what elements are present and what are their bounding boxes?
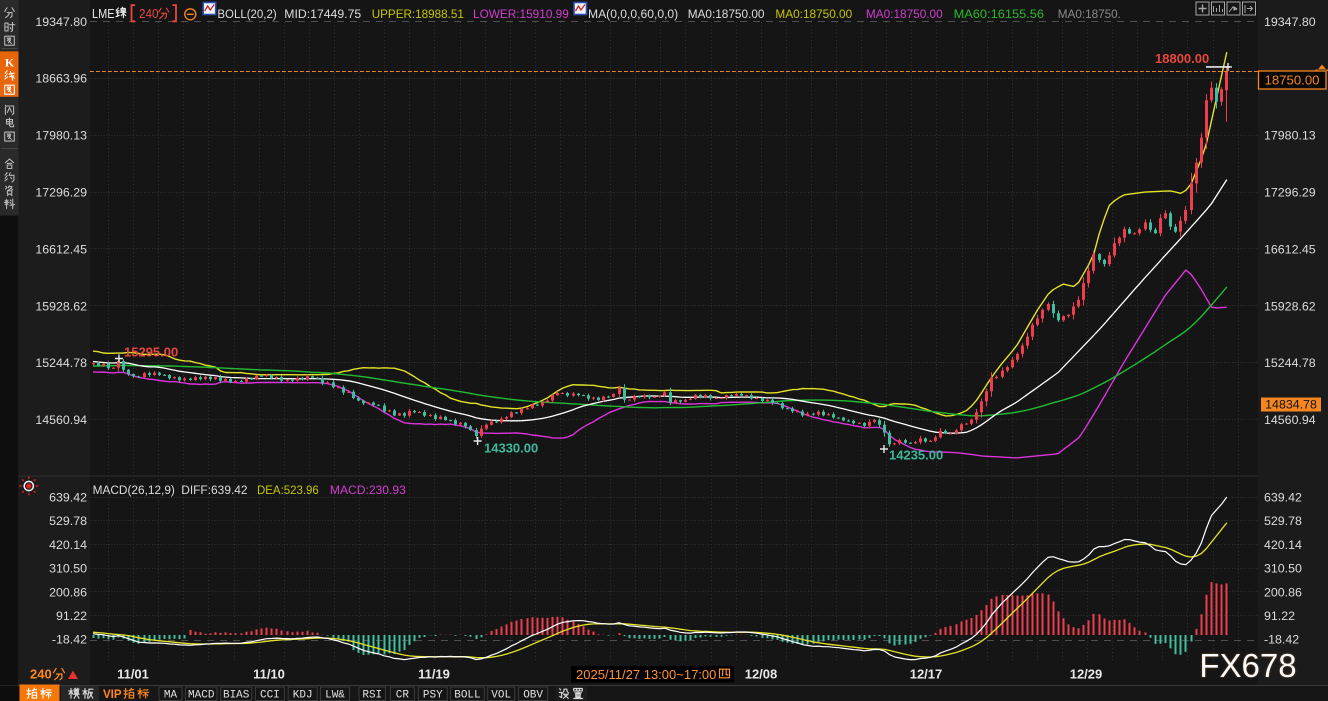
svg-text:16612.45: 16612.45	[35, 242, 87, 256]
svg-text:11/01: 11/01	[117, 667, 149, 682]
svg-text:VIP: VIP	[103, 689, 122, 701]
svg-text:LME: LME	[92, 6, 115, 21]
svg-text:BOLL: BOLL	[454, 690, 480, 701]
svg-text:MA0:18750.: MA0:18750.	[1058, 7, 1121, 21]
svg-text:17296.29: 17296.29	[35, 186, 87, 200]
svg-text:19347.80: 19347.80	[35, 15, 87, 29]
svg-text:LW&: LW&	[325, 690, 345, 701]
svg-text:639.42: 639.42	[49, 491, 87, 505]
svg-text:16612.45: 16612.45	[1264, 242, 1316, 256]
svg-text:DEA:523.96: DEA:523.96	[257, 483, 319, 497]
svg-text:2025/11/27 13:00~17:00: 2025/11/27 13:00~17:00	[576, 667, 716, 682]
svg-text:FX678: FX678	[1199, 647, 1296, 684]
svg-text:15928.62: 15928.62	[35, 299, 87, 313]
svg-text:CR: CR	[396, 690, 410, 701]
svg-text:18663.96: 18663.96	[35, 72, 87, 86]
svg-text:MA0:18750.00: MA0:18750.00	[866, 7, 943, 21]
svg-text:12/08: 12/08	[745, 667, 778, 682]
svg-text:MA60:16155.56: MA60:16155.56	[954, 7, 1045, 21]
svg-text:91.22: 91.22	[56, 609, 87, 623]
svg-text:11/19: 11/19	[418, 667, 450, 682]
svg-text:BOLL(20,2): BOLL(20,2)	[217, 7, 276, 21]
svg-text:200.86: 200.86	[1264, 585, 1302, 599]
svg-text:310.50: 310.50	[49, 562, 87, 576]
svg-text:12/29: 12/29	[1070, 667, 1103, 682]
svg-text:529.78: 529.78	[49, 514, 87, 528]
svg-text:MA(0,0,0,60,0,0): MA(0,0,0,60,0,0)	[588, 7, 678, 21]
svg-text:420.14: 420.14	[1264, 538, 1302, 552]
svg-text:RSI: RSI	[362, 690, 382, 701]
svg-text:14834.78: 14834.78	[1265, 398, 1317, 412]
svg-text:KDJ: KDJ	[293, 690, 313, 701]
svg-text:17980.13: 17980.13	[1264, 129, 1316, 143]
svg-text:PSY: PSY	[423, 690, 443, 701]
svg-text:420.14: 420.14	[49, 538, 87, 552]
svg-text:LOWER:15910.99: LOWER:15910.99	[473, 7, 569, 21]
svg-text:15928.62: 15928.62	[1264, 299, 1316, 313]
svg-text:VOL: VOL	[491, 690, 511, 701]
svg-text:MA0:18750.00: MA0:18750.00	[688, 7, 765, 21]
svg-text:-18.42: -18.42	[1264, 633, 1299, 647]
svg-text:BIAS: BIAS	[223, 690, 250, 701]
svg-text:14560.94: 14560.94	[35, 413, 87, 427]
svg-text:OBV: OBV	[523, 690, 543, 701]
svg-text:MID:17449.75: MID:17449.75	[284, 7, 361, 21]
svg-text:14235.00: 14235.00	[889, 448, 943, 463]
svg-text:18800.00: 18800.00	[1155, 51, 1209, 66]
svg-text:MACD(26,12,9): MACD(26,12,9)	[93, 483, 175, 497]
svg-text:DIFF:639.42: DIFF:639.42	[181, 483, 248, 497]
svg-text:K: K	[5, 55, 15, 69]
svg-text:200.86: 200.86	[49, 585, 87, 599]
svg-text:MA: MA	[164, 690, 178, 701]
svg-text:18750.00: 18750.00	[1264, 73, 1319, 88]
svg-text:17296.29: 17296.29	[1264, 186, 1316, 200]
svg-text:15295.00: 15295.00	[124, 345, 178, 360]
svg-text:15244.78: 15244.78	[35, 356, 87, 370]
svg-text:310.50: 310.50	[1264, 562, 1302, 576]
svg-text:14330.00: 14330.00	[484, 441, 538, 456]
svg-text:240: 240	[139, 6, 159, 21]
svg-text:14560.94: 14560.94	[1264, 413, 1316, 427]
svg-text:11/10: 11/10	[253, 667, 285, 682]
svg-text:91.22: 91.22	[1264, 609, 1295, 623]
svg-text:CCI: CCI	[260, 690, 280, 701]
svg-text:MACD:230.93: MACD:230.93	[330, 483, 406, 497]
svg-text:MA0:18750.00: MA0:18750.00	[775, 7, 852, 21]
svg-text:19347.80: 19347.80	[1264, 15, 1316, 29]
svg-text:12/17: 12/17	[910, 667, 943, 682]
svg-text:17980.13: 17980.13	[35, 129, 87, 143]
svg-text:-18.42: -18.42	[52, 633, 87, 647]
svg-text:MACD: MACD	[188, 690, 215, 701]
svg-text:529.78: 529.78	[1264, 514, 1302, 528]
svg-text:15244.78: 15244.78	[1264, 356, 1316, 370]
svg-text:UPPER:18988.51: UPPER:18988.51	[372, 7, 464, 21]
svg-text:240: 240	[30, 667, 52, 682]
svg-text:639.42: 639.42	[1264, 491, 1302, 505]
